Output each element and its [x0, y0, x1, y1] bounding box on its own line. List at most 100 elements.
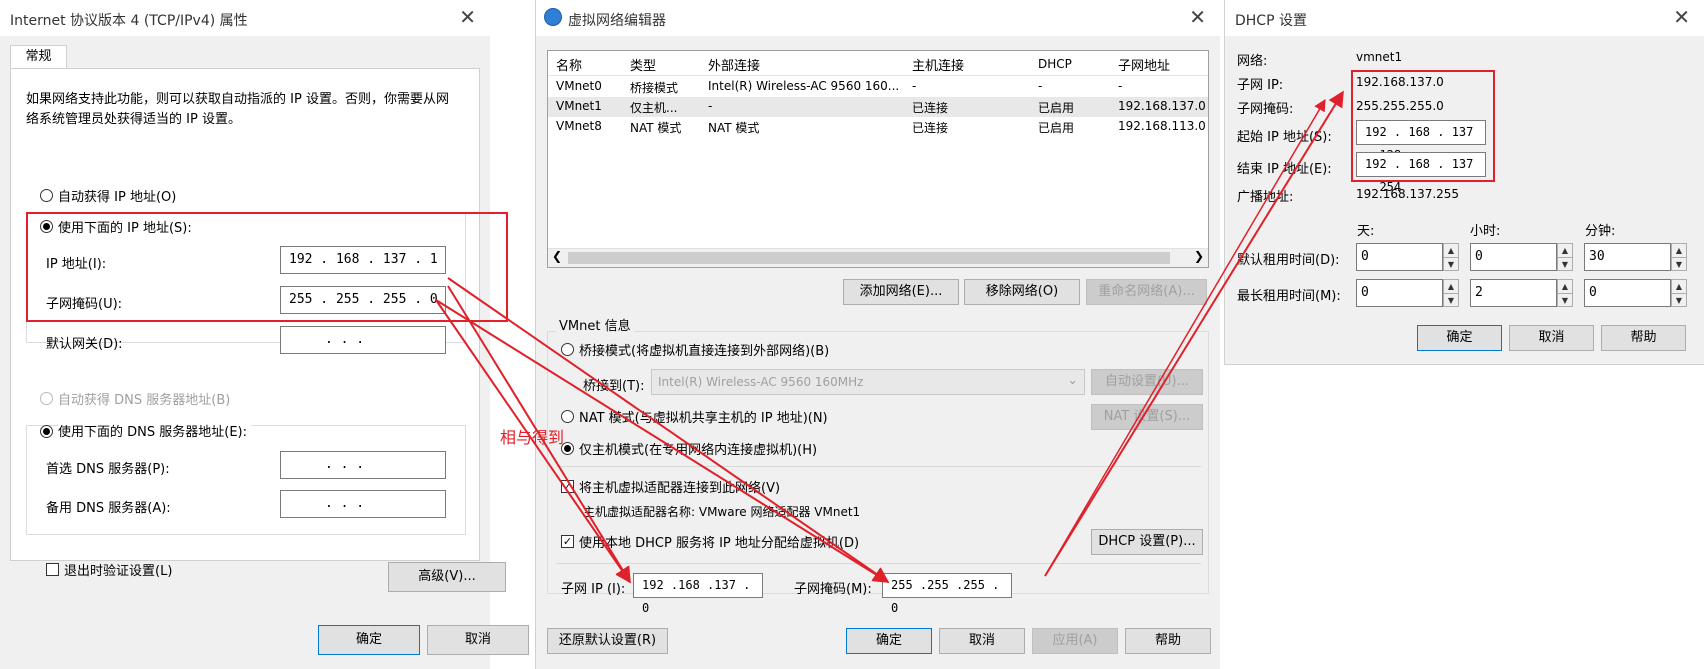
default-days-spinner[interactable]: ▲ ▼ — [1443, 243, 1459, 271]
auto-dns-label: 自动获得 DNS 服务器地址(B) — [58, 393, 231, 408]
ok-button[interactable]: 确定 — [846, 628, 932, 654]
title-bar: Internet 协议版本 4 (TCP/IPv4) 属性 ✕ — [0, 0, 490, 36]
subnet-ip-label: 子网 IP (I): — [561, 582, 626, 597]
rename-network-button: 重命名网络(A)... — [1086, 279, 1207, 305]
description-line-2: 络系统管理员处获得适当的 IP 设置。 — [26, 112, 241, 127]
remove-network-button[interactable]: 移除网络(O) — [964, 279, 1080, 305]
manual-dns-label: 使用下面的 DNS 服务器地址(E): — [58, 421, 251, 440]
vmnet-info-label: VMnet 信息 — [556, 315, 634, 334]
advanced-button[interactable]: 高级(V)... — [388, 562, 506, 592]
auto-ip-radio[interactable] — [40, 189, 53, 202]
start-ip-label: 起始 IP 地址(S): — [1237, 130, 1332, 145]
table-row[interactable]: VMnet1 仅主机... - 已连接 已启用 192.168.137.0 — [548, 97, 1208, 117]
close-icon[interactable]: ✕ — [459, 6, 476, 28]
broadcast-value: 192.168.137.255 — [1356, 187, 1460, 201]
restore-defaults-button[interactable]: 还原默认设置(R) — [547, 628, 668, 654]
subnet-ip-label: 子网 IP: — [1237, 78, 1284, 93]
max-minutes-spinner[interactable]: ▲ ▼ — [1671, 279, 1687, 307]
nat-settings-button: NAT 设置(S)... — [1091, 404, 1203, 430]
subnet-mask-field[interactable]: 255 .255 .255 . 0 — [882, 573, 1012, 615]
max-lease-label: 最长租用时间(M): — [1237, 289, 1341, 304]
divider — [556, 466, 1201, 467]
nat-mode-label: NAT 模式(与虚拟机共享主机的 IP 地址)(N) — [579, 411, 828, 426]
default-minutes-spinner[interactable]: ▲ ▼ — [1671, 243, 1687, 271]
connect-adapter-checkbox[interactable]: ✓ — [561, 480, 574, 493]
broadcast-label: 广播地址: — [1237, 190, 1294, 205]
add-network-button[interactable]: 添加网络(E)... — [843, 279, 959, 305]
default-hours-spinner[interactable]: ▲ ▼ — [1557, 243, 1573, 271]
globe-icon — [544, 8, 562, 26]
host-only-label: 仅主机模式(在专用网络内连接虚拟机)(H) — [579, 443, 818, 458]
annotation-text: 相与得到 — [500, 428, 565, 447]
validate-label: 退出时验证设置(L) — [64, 564, 173, 579]
subnet-ip-field[interactable]: 192 .168 .137 . 0 — [633, 573, 763, 615]
horizontal-scrollbar[interactable]: ❮ ❯ — [548, 248, 1208, 267]
col-header-dhcp[interactable]: DHCP — [1038, 57, 1072, 71]
help-button[interactable]: 帮助 — [1125, 628, 1211, 654]
auto-ip-label: 自动获得 IP 地址(O) — [58, 190, 177, 205]
preferred-dns-label: 首选 DNS 服务器(P): — [46, 462, 170, 477]
preferred-dns-field[interactable]: . . . — [280, 451, 446, 479]
table-row[interactable]: VMnet0 桥接模式 Intel(R) Wireless-AC 9560 16… — [548, 77, 1208, 97]
hours-header: 小时: — [1470, 224, 1501, 239]
scrollbar-thumb[interactable] — [568, 252, 1170, 264]
highlight-ip-settings — [26, 212, 508, 322]
bridge-to-select: Intel(R) Wireless-AC 9560 160MHz ⌄ — [651, 369, 1085, 395]
col-header-name[interactable]: 名称 — [556, 55, 582, 74]
minutes-header: 分钟: — [1585, 224, 1616, 239]
subnet-mask-label: 子网掩码(M): — [794, 582, 872, 597]
ok-button[interactable]: 确定 — [318, 625, 420, 655]
scroll-right-icon[interactable]: ❯ — [1194, 249, 1204, 263]
network-list[interactable]: 名称 类型 外部连接 主机连接 DHCP 子网地址 VMnet0 桥接模式 In… — [547, 50, 1209, 268]
adapter-name-label: 主机虚拟适配器名称: VMware 网络适配器 VMnet1 — [583, 505, 861, 519]
description-line-1: 如果网络支持此功能，则可以获取自动指派的 IP 设置。否则，你需要从网 — [26, 92, 449, 107]
max-hours-spinner[interactable]: ▲ ▼ — [1557, 279, 1573, 307]
default-lease-minutes[interactable]: 30 — [1584, 243, 1671, 271]
use-dhcp-checkbox[interactable]: ✓ — [561, 535, 574, 548]
alternate-dns-field[interactable]: . . . — [280, 490, 446, 518]
help-button[interactable]: 帮助 — [1601, 325, 1686, 351]
close-icon[interactable]: ✕ — [1189, 6, 1206, 28]
divider — [556, 563, 1201, 564]
window-title: Internet 协议版本 4 (TCP/IPv4) 属性 — [10, 13, 248, 29]
title-bar: 虚拟网络编辑器 ✕ — [536, 0, 1220, 36]
ok-button[interactable]: 确定 — [1417, 325, 1502, 351]
max-lease-minutes[interactable]: 0 — [1584, 279, 1671, 307]
default-lease-days[interactable]: 0 — [1356, 243, 1443, 271]
bridge-mode-radio[interactable] — [561, 343, 574, 356]
col-header-type[interactable]: 类型 — [630, 55, 656, 74]
default-lease-hours[interactable]: 0 — [1470, 243, 1557, 271]
col-header-host[interactable]: 主机连接 — [912, 55, 964, 74]
nat-mode-radio[interactable] — [561, 410, 574, 423]
virtual-network-editor-window: 虚拟网络编辑器 ✕ 名称 类型 外部连接 主机连接 DHCP 子网地址 VMne… — [535, 0, 1220, 669]
apply-button: 应用(A) — [1032, 628, 1118, 654]
cancel-button[interactable]: 取消 — [1509, 325, 1594, 351]
window-title: DHCP 设置 — [1235, 13, 1307, 29]
tcpip-properties-window: Internet 协议版本 4 (TCP/IPv4) 属性 ✕ 常规 如果网络支… — [0, 0, 529, 669]
tab-general[interactable]: 常规 — [10, 45, 67, 70]
cancel-button[interactable]: 取消 — [939, 628, 1025, 654]
use-dhcp-label: 使用本地 DHCP 服务将 IP 地址分配给虚拟机(D) — [579, 536, 860, 551]
chevron-down-icon: ⌄ — [1067, 373, 1078, 388]
max-lease-hours[interactable]: 2 — [1470, 279, 1557, 307]
col-header-external[interactable]: 外部连接 — [708, 55, 760, 74]
close-icon[interactable]: ✕ — [1673, 6, 1690, 28]
col-header-subnet[interactable]: 子网地址 — [1118, 55, 1170, 74]
max-days-spinner[interactable]: ▲ ▼ — [1443, 279, 1459, 307]
cancel-button[interactable]: 取消 — [427, 625, 529, 655]
table-row[interactable]: VMnet8 NAT 模式 NAT 模式 已连接 已启用 192.168.113… — [548, 117, 1208, 137]
window-title: 虚拟网络编辑器 — [568, 13, 666, 29]
title-bar: DHCP 设置 ✕ — [1225, 0, 1704, 36]
max-lease-days[interactable]: 0 — [1356, 279, 1443, 307]
dhcp-settings-button[interactable]: DHCP 设置(P)... — [1091, 529, 1203, 555]
gateway-field[interactable]: . . . — [280, 326, 446, 354]
bridge-mode-label: 桥接模式(将虚拟机直接连接到外部网络)(B) — [579, 344, 830, 359]
manual-dns-radio[interactable] — [40, 425, 53, 438]
connect-adapter-label: 将主机虚拟适配器连接到此网络(V) — [579, 481, 781, 496]
gateway-label: 默认网关(D): — [46, 337, 123, 352]
auto-dns-radio — [40, 392, 53, 405]
validate-checkbox[interactable] — [46, 563, 59, 576]
bridge-to-label: 桥接到(T): — [583, 379, 645, 394]
days-header: 天: — [1357, 224, 1375, 239]
scroll-left-icon[interactable]: ❮ — [552, 249, 562, 263]
